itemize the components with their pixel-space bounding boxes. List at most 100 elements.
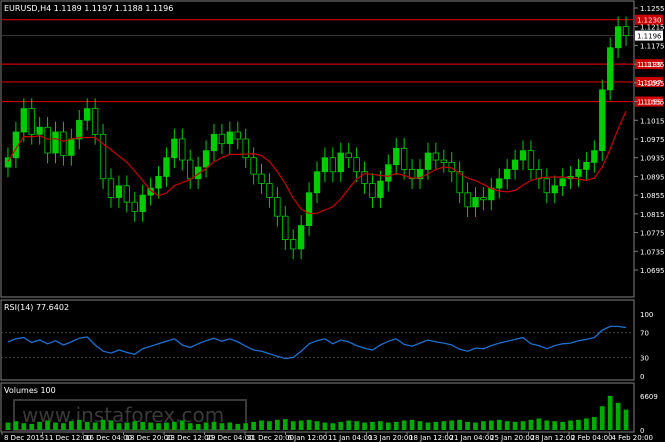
candle-body <box>155 176 162 189</box>
price-tick-label: 1.0935 <box>640 155 665 163</box>
candle-body <box>139 194 146 212</box>
candle-body <box>282 215 289 240</box>
trading-chart[interactable]: EURUSD,H4 1.1189 1.1197 1.1188 1.1196 RS… <box>0 0 665 442</box>
candle-body <box>76 119 83 140</box>
time-tick-label: 11 Jan 04:00 <box>328 434 372 442</box>
price-tick-label: 1.0775 <box>640 230 665 238</box>
time-tick-label: 21 Jan 04:00 <box>450 434 494 442</box>
candle-body <box>519 150 527 161</box>
candle-body <box>551 185 558 194</box>
candle-body <box>99 133 107 180</box>
candle-body <box>123 185 130 203</box>
window-title: EURUSD,H4 1.1189 1.1197 1.1188 1.1196 <box>4 4 173 13</box>
time-tick-label: 28 Jan 12:00 <box>531 434 575 442</box>
candle-body <box>91 108 99 135</box>
price-tick-label: 1.0815 <box>640 211 665 219</box>
candle-body <box>369 183 376 198</box>
candle-body <box>44 126 51 154</box>
candle-body <box>60 131 67 156</box>
price-tick-label: 1.0735 <box>640 248 665 256</box>
candle-body <box>583 161 590 170</box>
price-tick-label: 1.1255 <box>640 5 665 13</box>
candle-body <box>179 138 186 161</box>
candle-body <box>210 133 218 152</box>
price-tick-label: 1.1015 <box>640 117 665 125</box>
candle-body <box>20 108 27 133</box>
candle-body <box>559 178 566 187</box>
candle-body <box>52 131 59 154</box>
candle-body <box>337 152 344 173</box>
candle-body <box>599 89 606 152</box>
candle-body <box>28 108 35 135</box>
candle-body <box>424 152 432 170</box>
price-tick-label: 1.0975 <box>640 136 665 144</box>
price-tick-label: 1.1055 <box>640 99 665 107</box>
candle-body <box>472 197 479 208</box>
candle-body <box>187 159 194 180</box>
candle-body <box>297 225 305 250</box>
current-price-label: 1.1196 <box>637 33 662 41</box>
candle-body <box>242 138 249 159</box>
candle-body <box>274 197 281 217</box>
time-tick-label: 4 Feb 20:00 <box>612 434 653 442</box>
rsi-tick-label: 70 <box>640 330 649 338</box>
price-tick-label: 1.1175 <box>640 42 665 50</box>
candle-body <box>622 26 630 37</box>
price-tick-label: 1.1095 <box>640 80 665 88</box>
price-tick-label: 1.0695 <box>640 267 665 275</box>
time-tick-label: 18 Jan 12:00 <box>409 434 453 442</box>
candle-body <box>107 178 115 198</box>
candle-body <box>575 169 582 177</box>
candle-body <box>480 197 487 201</box>
candle-body <box>202 150 210 168</box>
candle-body <box>290 239 297 250</box>
candle-body <box>527 150 535 170</box>
volume-tick-label: 6609 <box>640 393 658 401</box>
candle-body <box>377 180 384 198</box>
candle-body <box>115 185 123 198</box>
candle-body <box>218 133 226 145</box>
candle-body <box>511 159 519 170</box>
rsi-tick-label: 0 <box>640 373 644 381</box>
candle-body <box>329 157 337 173</box>
candle-body <box>385 164 392 182</box>
candle-body <box>440 159 447 163</box>
candle-body <box>345 152 352 159</box>
price-tick-label: 1.1135 <box>640 61 665 69</box>
time-tick-label: 8 Dec 2015 <box>4 434 44 442</box>
time-tick-label: 6 Jan 12:00 <box>288 434 328 442</box>
candle-body <box>614 26 622 49</box>
candle-body <box>464 192 471 208</box>
candle-body <box>353 157 360 173</box>
volume-label: Volumes 100 <box>4 386 56 395</box>
candle-body <box>607 47 614 91</box>
candle-body <box>250 157 257 175</box>
time-axis[interactable]: 8 Dec 2015 11 Dec 12:0016 Dec 04:0018 Dec… <box>1 432 653 442</box>
price-tick-label: 1.1215 <box>640 24 665 32</box>
candle-body <box>36 126 43 135</box>
candle-body <box>400 147 408 170</box>
time-tick-label: 13 Jan 20:00 <box>369 434 413 442</box>
candle-body <box>321 157 329 173</box>
candle-body <box>591 150 598 163</box>
time-tick-label: 2 Feb 04:00 <box>571 434 612 442</box>
candle-body <box>84 108 91 121</box>
candle-body <box>448 161 455 173</box>
candle-body <box>432 152 440 161</box>
candle-body <box>543 178 550 194</box>
candle-body <box>171 138 178 159</box>
candle-body <box>226 131 234 145</box>
candle-body <box>163 157 170 177</box>
rsi-tick-label: 30 <box>640 354 649 362</box>
candle-body <box>496 178 503 189</box>
candle-body <box>266 183 273 198</box>
svg-text:www.instaforex.com: www.instaforex.com <box>22 403 224 427</box>
price-tick-label: 1.0855 <box>640 192 665 200</box>
candle-body <box>258 173 265 184</box>
price-tick-label: 1.0895 <box>640 173 665 181</box>
time-tick-label: 25 Jan 20:00 <box>490 434 534 442</box>
candle-body <box>131 201 138 212</box>
candle-body <box>234 131 241 140</box>
candle-body <box>504 169 511 180</box>
candle-body <box>393 147 400 166</box>
